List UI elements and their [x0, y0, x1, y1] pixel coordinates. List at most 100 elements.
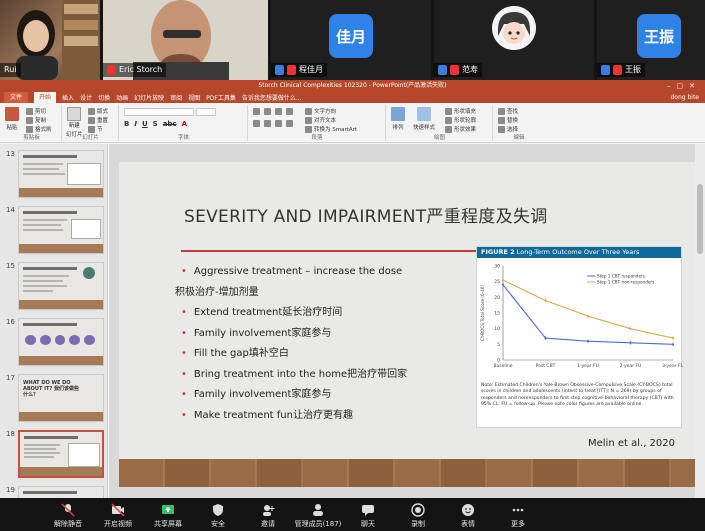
- record-button[interactable]: 录制: [393, 498, 443, 531]
- more-button[interactable]: 更多: [493, 498, 543, 531]
- font-size-select[interactable]: [196, 108, 216, 116]
- arrange-icon: [391, 107, 405, 121]
- align-left-icon[interactable]: [253, 120, 260, 127]
- chat-icon: [362, 505, 374, 516]
- paste-button[interactable]: 粘贴: [5, 107, 19, 131]
- participant-name: 范寿: [434, 63, 482, 77]
- text-direction-button[interactable]: 文字方向: [305, 107, 336, 115]
- font-family-select[interactable]: [124, 108, 194, 116]
- select-icon: [498, 125, 505, 133]
- tab-insert[interactable]: 插入: [62, 93, 74, 102]
- slide-thumbnail[interactable]: 16: [6, 318, 106, 366]
- vertical-scrollbar[interactable]: [695, 144, 705, 498]
- slide-thumbnail[interactable]: 19: [6, 486, 106, 498]
- window-controls[interactable]: –▢✕: [667, 80, 701, 92]
- underline-icon[interactable]: U: [142, 120, 148, 128]
- shadow-icon[interactable]: S: [153, 120, 158, 128]
- tab-pdf-tools[interactable]: PDF工具集: [206, 93, 236, 102]
- quick-styles-button[interactable]: 快速样式: [413, 107, 435, 131]
- y-axis-label: CY-BOCS Total Score (0-40): [480, 285, 485, 342]
- current-slide[interactable]: SEVERITY AND IMPAIRMENT严重程度及失调 • Aggressi…: [119, 162, 697, 487]
- format-painter-button[interactable]: 格式刷: [26, 125, 52, 133]
- shape-outline-button[interactable]: 形状轮廓: [445, 116, 476, 124]
- shape-effects-button[interactable]: 形状效果: [445, 125, 476, 133]
- bullet-list[interactable]: • Aggressive treatment – increase the dos…: [175, 262, 481, 426]
- replace-button[interactable]: 替换: [498, 116, 518, 124]
- y-tick-label: 25: [494, 279, 500, 285]
- section-button[interactable]: 节: [88, 125, 103, 133]
- slide-thumbnail[interactable]: 17 WHAT DO WE DO ABOUT IT? 我们该做些什么？: [6, 374, 106, 422]
- mic-muted-icon: [61, 503, 75, 517]
- toolbar-label: 安全: [211, 520, 225, 528]
- align-center-icon[interactable]: [264, 120, 271, 127]
- tab-slideshow[interactable]: 幻灯片放映: [134, 93, 164, 102]
- slide-thumbnail[interactable]: 14: [6, 206, 106, 254]
- smartart-button[interactable]: 转换为 SmartArt: [305, 125, 357, 133]
- indent-icon[interactable]: [275, 108, 282, 115]
- tab-view[interactable]: 视图: [188, 93, 200, 102]
- share-screen-button[interactable]: 共享屏幕: [143, 498, 193, 531]
- bold-icon[interactable]: B: [124, 120, 129, 128]
- shape-fill-button[interactable]: 形状填充: [445, 107, 476, 115]
- outcome-figure[interactable]: FIGURE 2 Long-Term Outcome Over Three Ye…: [476, 246, 684, 428]
- paste-icon: [5, 107, 19, 121]
- alignment-buttons[interactable]: [253, 120, 293, 127]
- toolbar-label: 共享屏幕: [154, 520, 182, 528]
- members-button[interactable]: 管理成员(187): [293, 498, 343, 531]
- tab-file[interactable]: 文件: [4, 92, 29, 103]
- bullets-icon[interactable]: [253, 108, 260, 115]
- mic-muted-button[interactable]: 解除静音: [43, 498, 93, 531]
- reset-button[interactable]: 重置: [88, 116, 108, 124]
- slide-citation: Melin et al., 2020: [588, 438, 675, 449]
- participant-tile[interactable]: 佳月 程佳月: [271, 0, 431, 80]
- font-color-icon[interactable]: A: [182, 120, 187, 128]
- select-button[interactable]: 选择: [498, 125, 518, 133]
- layout-icon: [88, 107, 95, 115]
- outdent-icon[interactable]: [286, 108, 293, 115]
- list-buttons[interactable]: [253, 108, 293, 115]
- series-line: [502, 279, 674, 339]
- tab-review[interactable]: 审阅: [170, 93, 182, 102]
- tab-design[interactable]: 设计: [80, 93, 92, 102]
- participant-tile[interactable]: 范寿: [434, 0, 594, 80]
- cut-button[interactable]: 剪切: [26, 107, 46, 115]
- user-name[interactable]: dong bite: [670, 94, 699, 101]
- strikethrough-icon[interactable]: abc: [163, 120, 177, 128]
- slide-thumbnail[interactable]: 15: [6, 262, 106, 310]
- invite-button[interactable]: 邀请: [243, 498, 293, 531]
- italic-icon[interactable]: I: [134, 120, 137, 128]
- participant-name: Rui: [0, 63, 21, 77]
- align-text-button[interactable]: 对齐文本: [305, 116, 336, 124]
- tell-me-search[interactable]: 告诉我您想要做什么...: [242, 93, 302, 102]
- tab-transitions[interactable]: 切换: [98, 93, 110, 102]
- quick-styles-icon: [417, 107, 431, 121]
- participant-name: 程佳月: [271, 63, 327, 77]
- participant-tile[interactable]: Rui: [0, 0, 100, 80]
- y-tick-label: 0: [497, 358, 500, 364]
- video-off-button[interactable]: 开启视频: [93, 498, 143, 531]
- layout-button[interactable]: 版式: [88, 107, 108, 115]
- shield-button[interactable]: 安全: [193, 498, 243, 531]
- slide-thumbnail-selected[interactable]: 18: [6, 430, 106, 478]
- chat-button[interactable]: 聊天: [343, 498, 393, 531]
- emoji-button[interactable]: 表情: [443, 498, 493, 531]
- data-point: [586, 340, 590, 343]
- bullet-item: • Fill the gap填补空白: [181, 348, 289, 359]
- justify-icon[interactable]: [286, 120, 293, 127]
- data-point: [629, 341, 632, 344]
- font-format-buttons[interactable]: B I U Sabc A: [124, 120, 187, 128]
- shield-icon: [213, 504, 223, 516]
- slide-thumbnail[interactable]: 13: [6, 150, 106, 198]
- tab-home[interactable]: 开始: [34, 92, 57, 103]
- tab-animations[interactable]: 动画: [116, 93, 128, 102]
- data-point: [501, 283, 505, 286]
- align-right-icon[interactable]: [275, 120, 282, 127]
- numbering-icon[interactable]: [264, 108, 271, 115]
- slide-title[interactable]: SEVERITY AND IMPAIRMENT严重程度及失调: [184, 202, 548, 227]
- participant-tile[interactable]: 王振 王振: [597, 0, 705, 80]
- find-button[interactable]: 查找: [498, 107, 518, 115]
- data-point: [671, 343, 675, 346]
- arrange-button[interactable]: 排列: [391, 107, 405, 131]
- copy-button[interactable]: 复制: [26, 116, 46, 124]
- participant-tile[interactable]: Eric Storch: [103, 0, 268, 80]
